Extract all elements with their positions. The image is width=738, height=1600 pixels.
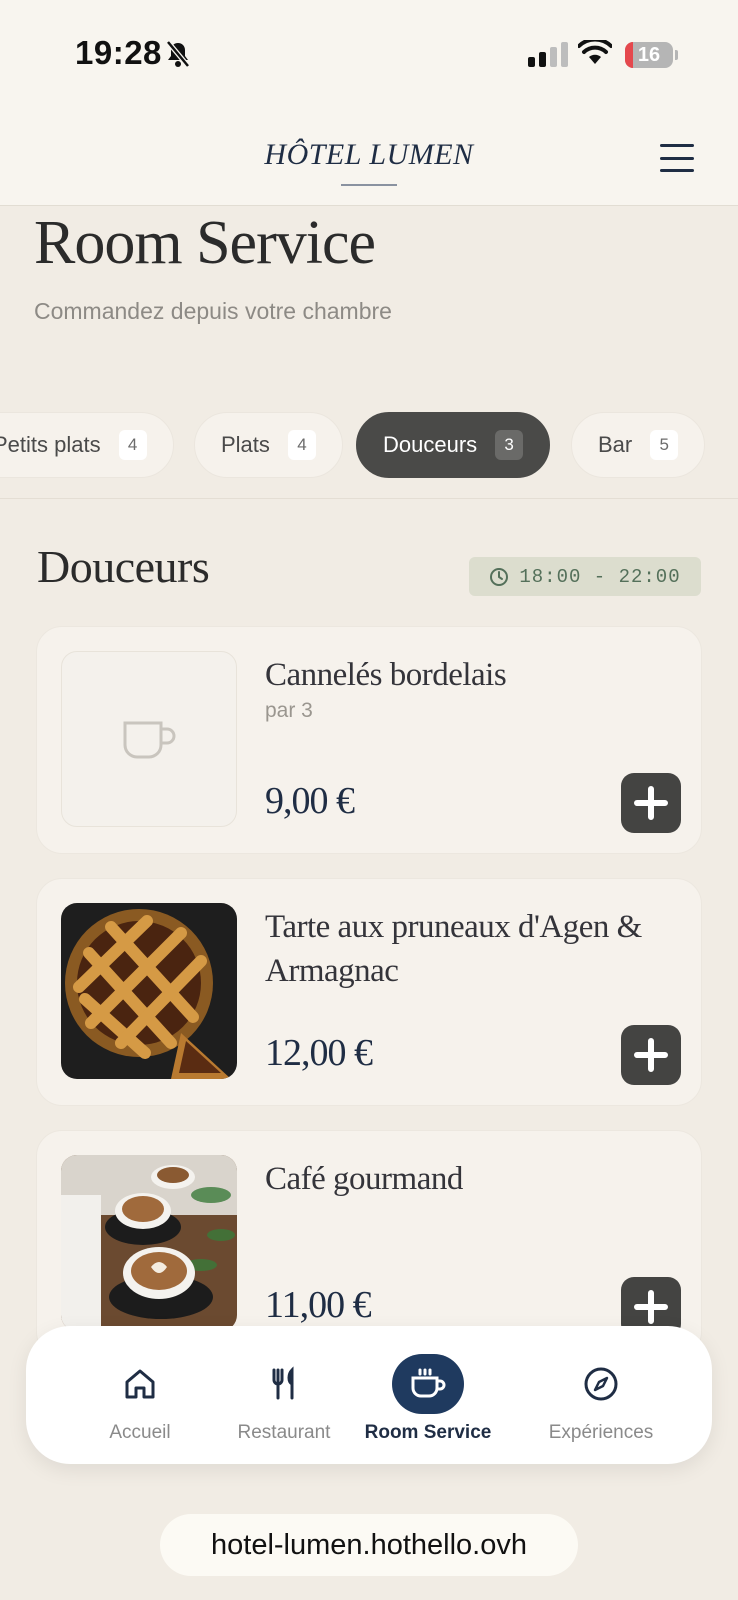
cellular-signal-icon (528, 42, 568, 67)
page-title: Room Service (34, 209, 376, 277)
tab-count: 3 (495, 430, 524, 460)
menu-item-card[interactable]: Tarte aux pruneaux d'Agen & Armagnac 12,… (36, 878, 702, 1106)
nav-experiences[interactable]: Expériences (526, 1326, 676, 1464)
cup-placeholder-icon (61, 651, 237, 827)
tab-count: 4 (287, 430, 316, 460)
tab-label: Douceurs (383, 432, 478, 457)
clock-icon (490, 567, 509, 586)
category-tabs: Petits plats 4 Plats 4 Douceurs 3 Bar 5 (0, 412, 738, 478)
item-price: 12,00 € (265, 1032, 373, 1074)
tab-count: 4 (118, 430, 147, 460)
item-description: par 3 (265, 699, 313, 722)
battery-icon: 16 (625, 42, 673, 68)
fork-knife-icon (248, 1354, 320, 1414)
tabs-divider (0, 498, 738, 499)
tab-douceurs[interactable]: Douceurs 3 (356, 412, 551, 478)
plus-icon (634, 1038, 668, 1072)
add-to-cart-button[interactable] (621, 773, 681, 833)
coffee-photo (61, 1155, 237, 1331)
cup-icon (392, 1354, 464, 1414)
status-time: 19:28 (75, 34, 162, 71)
nav-label: Room Service (364, 1422, 492, 1443)
item-name: Cannelés bordelais (265, 657, 507, 693)
nav-label: Expériences (548, 1422, 654, 1443)
page-subtitle: Commandez depuis votre chambre (34, 298, 392, 324)
menu-item-card[interactable]: Café gourmand 11,00 € (36, 1130, 702, 1358)
app-header: HÔTEL LUMEN (0, 110, 738, 206)
hamburger-menu-icon[interactable] (660, 144, 694, 172)
logo-underline (341, 184, 397, 186)
nav-room-service[interactable]: Room Service (362, 1326, 494, 1464)
url-bar[interactable]: hotel-lumen.hothello.ovh (160, 1514, 578, 1576)
tab-label: Bar (598, 432, 633, 457)
battery-tip (675, 50, 678, 60)
battery-level: 16 (637, 44, 661, 66)
nav-label: Restaurant (237, 1422, 331, 1443)
section-title: Douceurs (37, 541, 210, 592)
home-icon (104, 1354, 176, 1414)
tab-label: Petits plats (0, 432, 101, 457)
plus-icon (634, 1290, 668, 1324)
add-to-cart-button[interactable] (621, 1025, 681, 1085)
bell-muted-icon (166, 40, 190, 68)
item-name: Tarte aux pruneaux d'Agen & Armagnac (265, 909, 642, 989)
compass-icon (565, 1354, 637, 1414)
nav-label: Accueil (109, 1422, 171, 1443)
tab-count: 5 (650, 430, 679, 460)
tab-label: Plats (221, 432, 270, 457)
item-price: 11,00 € (265, 1284, 372, 1326)
tab-bar[interactable]: Bar 5 (571, 412, 706, 478)
bottom-navigation: Accueil Restaurant Room Service Expérien… (26, 1326, 712, 1464)
service-hours-badge: 18:00 - 22:00 (469, 557, 701, 596)
menu-item-card[interactable]: Cannelés bordelais par 3 9,00 € (36, 626, 702, 854)
tart-photo (61, 903, 237, 1079)
nav-accueil[interactable]: Accueil (78, 1326, 202, 1464)
item-price: 9,00 € (265, 780, 355, 822)
item-name: Café gourmand (265, 1161, 463, 1197)
tab-petits-plats[interactable]: Petits plats 4 (0, 412, 174, 478)
service-hours: 18:00 - 22:00 (519, 565, 681, 588)
wifi-icon (578, 40, 612, 64)
hotel-logo[interactable]: HÔTEL LUMEN (0, 138, 738, 172)
status-bar: 19:28 16 (0, 0, 738, 110)
nav-restaurant[interactable]: Restaurant (212, 1326, 356, 1464)
tab-plats[interactable]: Plats 4 (194, 412, 343, 478)
plus-icon (634, 786, 668, 820)
